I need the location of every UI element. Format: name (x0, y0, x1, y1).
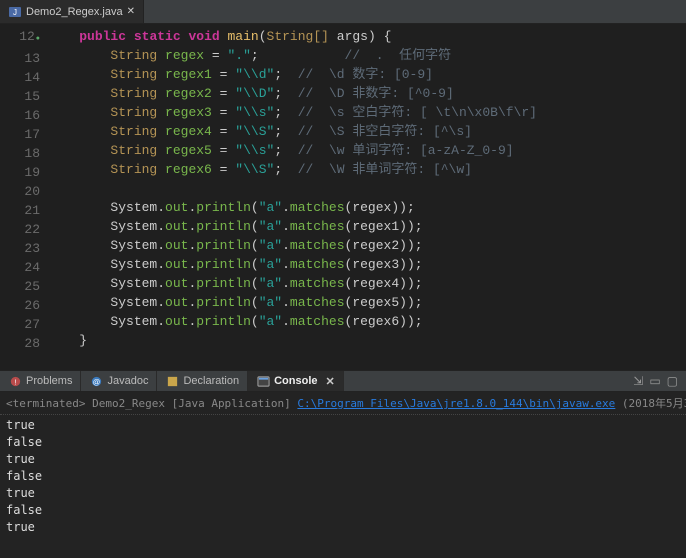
console-view: <terminated> Demo2_Regex [Java Applicati… (0, 392, 686, 558)
line-number: 21 (0, 201, 40, 220)
tab-console[interactable]: Console ✕ (248, 371, 344, 391)
editor-tab-label: Demo2_Regex.java (26, 6, 123, 18)
line-number: 12 (0, 27, 40, 49)
line-number: 24 (0, 258, 40, 277)
console-output[interactable]: true false true false true false true (0, 415, 686, 538)
line-number: 15 (0, 87, 40, 106)
console-header: <terminated> Demo2_Regex [Java Applicati… (0, 392, 686, 415)
line-number: 25 (0, 277, 40, 296)
line-number: 18 (0, 144, 40, 163)
line-number: 16 (0, 106, 40, 125)
minimize-icon[interactable]: ▭ (649, 374, 660, 388)
problems-icon: ! (8, 374, 22, 388)
line-number: 26 (0, 296, 40, 315)
java-file-icon: J (8, 5, 22, 19)
console-icon (256, 374, 270, 388)
line-number: 23 (0, 239, 40, 258)
line-number: 13 (0, 49, 40, 68)
svg-text:!: ! (14, 377, 16, 386)
svg-text:J: J (13, 8, 17, 17)
line-gutter: 1213141516171819202122232425262728 (0, 24, 48, 370)
close-icon[interactable]: ✕ (127, 6, 135, 17)
line-number: 20 (0, 182, 40, 201)
console-run-label: Demo2_Regex [Java Application] (92, 397, 297, 410)
tab-problems-label: Problems (26, 375, 72, 387)
declaration-icon (165, 374, 179, 388)
line-number: 27 (0, 315, 40, 334)
console-run-suffix: (2018年5月31日 下午 (615, 397, 686, 410)
tab-javadoc-label: Javadoc (107, 375, 148, 387)
line-number: 19 (0, 163, 40, 182)
tab-javadoc[interactable]: @ Javadoc (81, 371, 157, 391)
tab-declaration-label: Declaration (183, 375, 239, 387)
editor-tab-bar: J Demo2_Regex.java ✕ (0, 0, 686, 24)
tab-console-label: Console (274, 375, 317, 387)
svg-text:@: @ (93, 377, 101, 386)
javadoc-icon: @ (89, 374, 103, 388)
line-number: 22 (0, 220, 40, 239)
views-toolbar: ⇲ ▭ ▢ (633, 374, 686, 388)
line-number: 28 (0, 334, 40, 353)
tab-declaration[interactable]: Declaration (157, 371, 248, 391)
console-run-path[interactable]: C:\Program Files\Java\jre1.8.0_144\bin\j… (297, 397, 615, 410)
code-editor[interactable]: 1213141516171819202122232425262728 publi… (0, 24, 686, 370)
views-tab-bar: ! Problems @ Javadoc Declaration Console… (0, 370, 686, 392)
line-number: 14 (0, 68, 40, 87)
editor-tab-active[interactable]: J Demo2_Regex.java ✕ (0, 0, 144, 23)
pin-icon[interactable]: ⇲ (633, 374, 643, 388)
tab-problems[interactable]: ! Problems (0, 371, 81, 391)
console-status: <terminated> (6, 397, 85, 410)
maximize-icon[interactable]: ▢ (667, 374, 678, 388)
code-area[interactable]: public static void main(String[] args) {… (48, 24, 686, 370)
close-icon[interactable]: ✕ (326, 375, 335, 388)
line-number: 17 (0, 125, 40, 144)
